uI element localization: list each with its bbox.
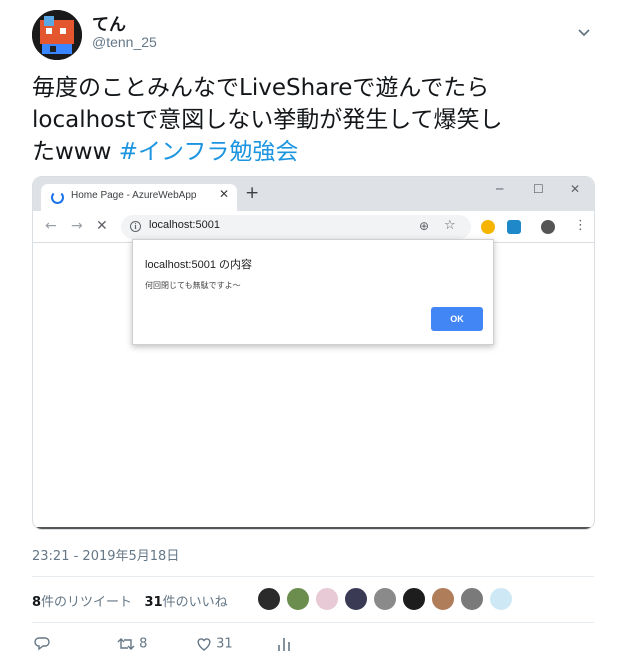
liker-avatar[interactable]: [489, 587, 513, 611]
extension-icon[interactable]: [507, 220, 521, 234]
tweet-text-line: たwww #インフラ勉強会: [32, 136, 592, 168]
retweet-count[interactable]: 8: [32, 595, 41, 610]
like-action-count: 31: [216, 636, 233, 652]
zoom-icon[interactable]: ⊕: [419, 219, 429, 233]
liker-avatar[interactable]: [286, 587, 310, 611]
tweet-media-image[interactable]: Home Page - AzureWebApp ✕ + ─ ☐ ✕ ← → ✕ …: [32, 176, 595, 530]
author-display-name[interactable]: てん: [92, 10, 126, 35]
tweet-text-line: 毎度のことみんなでLiveShareで遊んでたら: [32, 75, 490, 101]
liker-avatar[interactable]: [257, 587, 281, 611]
analytics-icon: [277, 637, 291, 652]
divider: [32, 576, 594, 577]
tweet-text: 毎度のことみんなでLiveShareで遊んでたら localhostで意図しない…: [32, 72, 592, 168]
author-handle[interactable]: @tenn_25: [92, 34, 157, 50]
retweet-icon: [117, 637, 135, 652]
retweet-action-count: 8: [139, 636, 148, 652]
tweet-text-fragment: たwww: [32, 139, 119, 165]
info-icon[interactable]: i: [130, 221, 141, 232]
tweet-text-line: localhostで意図しない挙動が発生して爆笑し: [32, 107, 503, 133]
reply-icon: [34, 637, 50, 652]
window-close-icon[interactable]: ✕: [570, 182, 580, 196]
liker-avatar[interactable]: [402, 587, 426, 611]
liker-avatar[interactable]: [344, 587, 368, 611]
liker-avatar[interactable]: [315, 587, 339, 611]
liker-avatar[interactable]: [431, 587, 455, 611]
browser-tab[interactable]: Home Page - AzureWebApp ✕: [41, 184, 237, 211]
heart-icon: [196, 637, 212, 652]
reply-button[interactable]: [34, 636, 50, 652]
browser-menu-icon[interactable]: ⋮: [574, 218, 587, 233]
dialog-ok-button[interactable]: OK: [431, 307, 483, 331]
dialog-title: localhost:5001 の内容: [145, 259, 252, 271]
hashtag-link[interactable]: #インフラ勉強会: [119, 139, 299, 165]
tab-close-icon[interactable]: ✕: [219, 187, 229, 201]
like-label[interactable]: 件のいいね: [163, 595, 228, 610]
dialog-message: 何回閉じても無駄ですよ〜: [145, 281, 241, 290]
profile-avatar-icon[interactable]: [541, 220, 555, 234]
chevron-down-icon[interactable]: [576, 24, 592, 40]
back-icon[interactable]: ←: [45, 218, 57, 234]
forward-icon[interactable]: →: [71, 218, 83, 234]
like-button[interactable]: 31: [196, 636, 233, 652]
liker-avatar[interactable]: [373, 587, 397, 611]
analytics-button[interactable]: [277, 636, 291, 652]
tweet-stats: 8件のリツイート 31件のいいね: [32, 591, 228, 610]
retweet-button[interactable]: 8: [117, 636, 147, 652]
like-count[interactable]: 31: [144, 595, 162, 610]
address-bar[interactable]: i localhost:5001 ⊕ ☆: [121, 215, 471, 239]
maximize-icon[interactable]: ☐: [533, 182, 544, 196]
extension-icon[interactable]: [481, 220, 495, 234]
liker-avatar[interactable]: [460, 587, 484, 611]
retweet-label[interactable]: 件のリツイート: [41, 595, 132, 610]
tab-title: Home Page - AzureWebApp: [71, 190, 197, 201]
bookmark-star-icon[interactable]: ☆: [444, 218, 456, 233]
browser-titlebar: Home Page - AzureWebApp ✕ + ─ ☐ ✕: [33, 177, 594, 211]
stop-icon[interactable]: ✕: [96, 218, 108, 234]
tweet-timestamp[interactable]: 23:21 - 2019年5月18日: [32, 545, 179, 564]
divider: [32, 622, 594, 623]
minimize-icon[interactable]: ─: [496, 182, 503, 196]
alert-dialog: localhost:5001 の内容 何回閉じても無駄ですよ〜 OK: [132, 239, 494, 345]
new-tab-button[interactable]: +: [245, 185, 259, 202]
url-text[interactable]: localhost:5001: [149, 219, 220, 231]
author-avatar[interactable]: [32, 10, 82, 60]
loading-spinner-icon: [51, 191, 64, 204]
screenshot-bottom-edge: [33, 527, 594, 529]
